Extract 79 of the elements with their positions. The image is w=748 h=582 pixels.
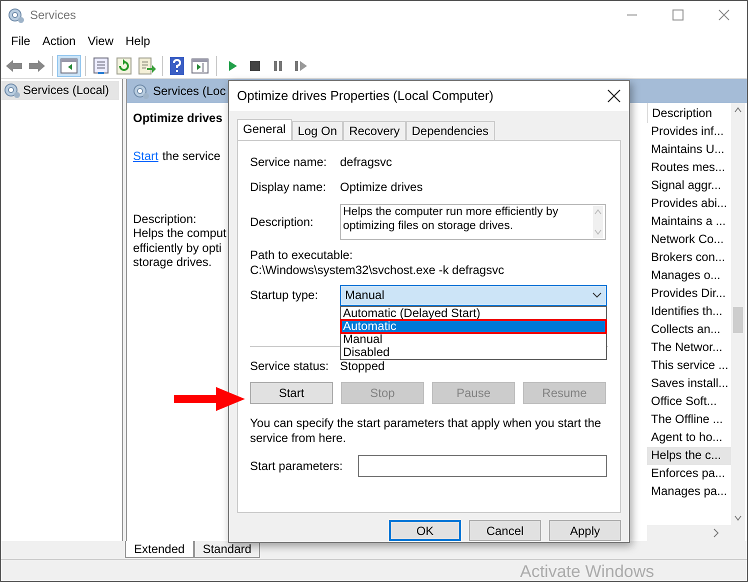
list-row[interactable]: This service ... [647, 357, 731, 375]
show-pane-icon[interactable] [189, 56, 211, 76]
description-line: storage drives. [133, 254, 212, 270]
list-row[interactable]: Manages o... [647, 267, 731, 285]
field-value: Stopped [340, 358, 385, 374]
menu-item[interactable]: Help [120, 32, 156, 50]
field-label: Start parameters: [250, 458, 344, 474]
description-label: Description: [133, 212, 196, 226]
export-icon[interactable] [137, 56, 157, 76]
service-button[interactable]: Start [250, 382, 333, 404]
field-label: Service name: [250, 155, 328, 170]
view-tab[interactable]: Standard [194, 541, 260, 558]
start-parameters-field[interactable] [358, 455, 607, 478]
field-label: Service status: [250, 358, 330, 374]
description-text: Helps the computer run more efficiently by optimizing files on storage drives. [343, 206, 560, 234]
dropdown-option[interactable]: Disabled [341, 346, 606, 360]
dropdown-option[interactable]: Automatic [341, 320, 606, 334]
list-row[interactable]: Enforces pa... [647, 465, 731, 483]
menu-item[interactable]: Action [36, 32, 82, 50]
list-row[interactable]: Brokers con... [647, 249, 731, 267]
help-icon[interactable] [168, 56, 186, 76]
scroll-right-icon[interactable] [711, 527, 721, 539]
list-row[interactable]: Provides abi... [647, 195, 731, 213]
window-title: Services [30, 8, 76, 22]
panel-title: Services (Loc [153, 84, 226, 98]
start-link[interactable]: Start [133, 149, 158, 164]
caret-icon [592, 291, 602, 300]
list-row[interactable]: Network Co... [647, 231, 731, 249]
description-line: efficiently by opti [133, 240, 222, 255]
hint-text: You can specify the start parameters that apply when you start the service from here. [250, 416, 602, 446]
dialog-title: Optimize drives Properties (Local Computer) [237, 88, 494, 104]
view-tab[interactable]: Extended [125, 541, 194, 558]
list-row[interactable]: Routes mes... [647, 159, 731, 177]
menu-item[interactable]: File [5, 32, 36, 50]
close-icon[interactable] [607, 89, 621, 103]
dialog-tab[interactable]: Dependencies [406, 121, 494, 140]
list-row[interactable]: Provides inf... [647, 123, 731, 141]
dialog-tab[interactable]: Recovery [343, 121, 406, 140]
field-label: Description: [250, 214, 314, 230]
watermark-text: Activate Windows [520, 562, 654, 582]
field-label: Startup type: [250, 288, 320, 303]
menu-item[interactable]: View [82, 32, 120, 50]
gear-icon [132, 82, 149, 100]
dialog-tab[interactable]: General [237, 119, 292, 140]
refresh-icon[interactable] [114, 56, 134, 76]
dropdown-option[interactable]: Automatic (Delayed Start) [341, 307, 606, 320]
gear-icon [3, 82, 20, 99]
list-row[interactable]: The Offline ... [647, 411, 731, 429]
service-title: Optimize drives [133, 111, 224, 126]
link-suffix: the service [162, 149, 220, 164]
list-row[interactable]: Office Soft... [647, 393, 731, 411]
list-row[interactable]: Manages pa... [647, 483, 731, 501]
console-tree-icon[interactable] [58, 56, 80, 76]
description-line: Helps the comput [133, 226, 226, 241]
list-row[interactable]: Provides Dir... [647, 285, 731, 303]
properties-icon[interactable] [91, 56, 111, 76]
list-row[interactable]: Signal aggr... [647, 177, 731, 195]
dialog-tab[interactable]: Log On [292, 121, 344, 140]
list-row[interactable]: Maintains U... [647, 141, 731, 159]
dialog-button[interactable]: Apply [549, 520, 621, 542]
list-row[interactable]: Saves install... [647, 375, 731, 393]
path-value: C:\Windows\system32\svchost.exe -k defragsvc [250, 262, 506, 277]
dialog-button[interactable]: Cancel [469, 520, 541, 542]
list-row[interactable]: Maintains a ... [647, 213, 731, 231]
field-value: Optimize drives [340, 180, 423, 194]
field-label: Path to executable: [250, 248, 354, 263]
field-label: Display name: [250, 180, 328, 194]
tree-item[interactable]: Services (Local) [1, 81, 119, 100]
dialog-button[interactable]: OK [389, 520, 461, 542]
list-row[interactable]: The Networ... [647, 339, 731, 357]
scrollbar-thumb[interactable] [733, 307, 743, 333]
field-value: defragsvc [340, 155, 392, 170]
startup-type-select[interactable]: Manual [340, 284, 607, 306]
list-row[interactable]: Identifies th... [647, 303, 731, 321]
dropdown-option[interactable]: Manual [341, 333, 606, 346]
list-row[interactable]: Helps the c... [647, 447, 731, 465]
list-row[interactable]: Agent to ho... [647, 429, 731, 447]
list-row[interactable]: Collects an... [647, 321, 731, 339]
gear-icon [7, 6, 24, 24]
